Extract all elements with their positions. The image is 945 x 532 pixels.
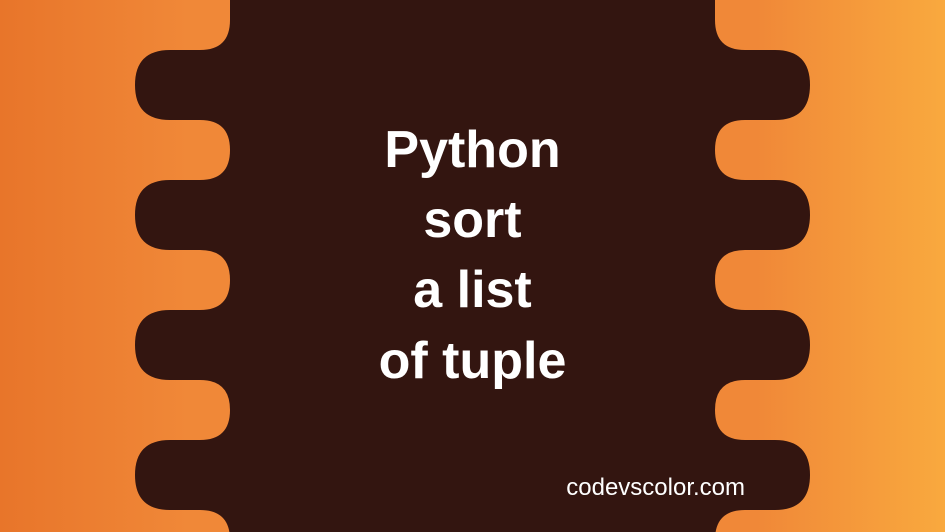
title-line-4: of tuple <box>0 326 945 396</box>
footer-credit: codevscolor.com <box>566 474 745 502</box>
banner-canvas: Python sort a list of tuple codevscolor.… <box>0 0 945 532</box>
title-line-2: sort <box>0 185 945 255</box>
title-line-1: Python <box>0 115 945 185</box>
title-line-3: a list <box>0 255 945 325</box>
banner-title: Python sort a list of tuple <box>0 115 945 396</box>
